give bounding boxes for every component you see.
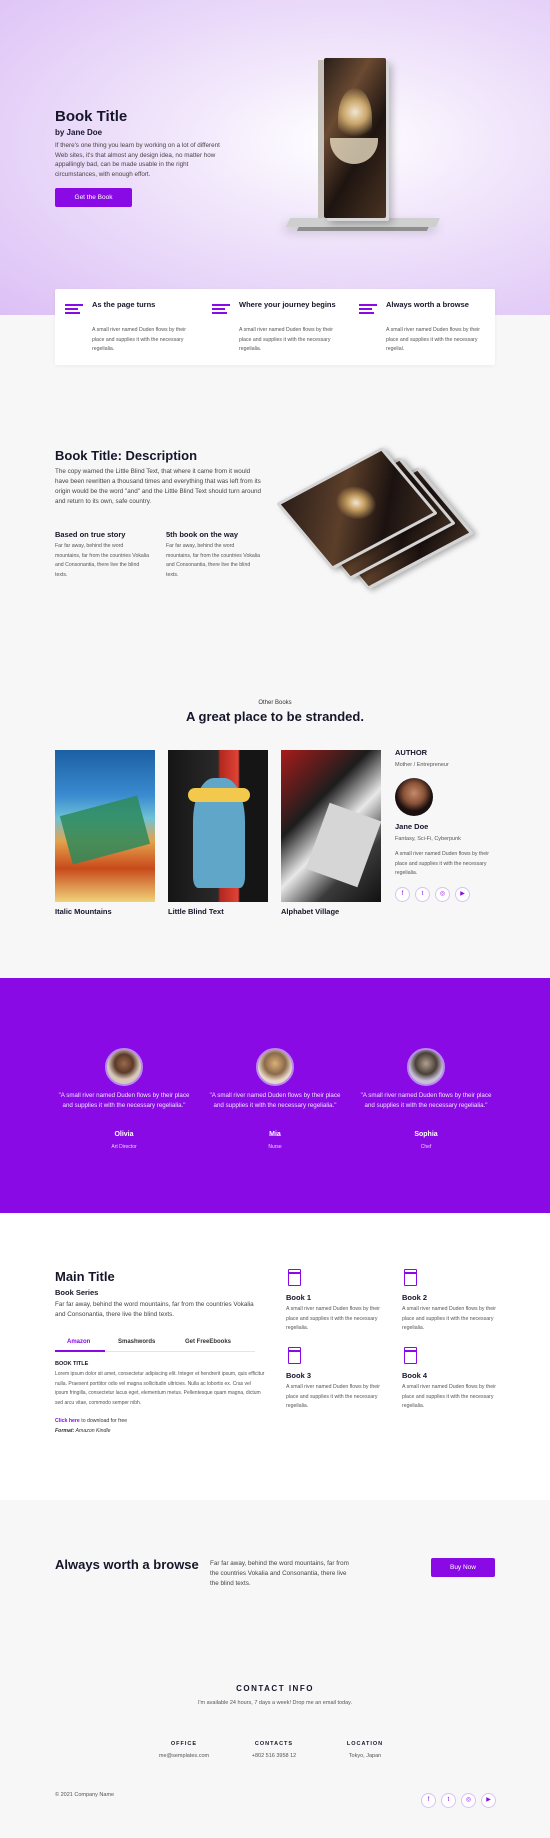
tab-getfreeebooks[interactable]: Get FreeEbooks: [185, 1339, 231, 1345]
testimonial-name: Olivia: [114, 1131, 134, 1138]
description-title: Book Title: Description: [55, 448, 198, 463]
hero-title: Book Title: [55, 108, 128, 125]
feature-text: A small river named Duden flows by their…: [386, 327, 480, 352]
description-col-text: Far far away, behind the word mountains,…: [166, 543, 260, 579]
features-card: As the page turns A small river named Du…: [55, 289, 495, 365]
footer-contacts-heading: CONTACTS: [254, 1741, 294, 1747]
feature-text: A small river named Duden flows by their…: [92, 327, 186, 352]
get-the-book-button[interactable]: Get the Book: [55, 188, 132, 207]
tab-smashwords[interactable]: Smashwords: [118, 1339, 155, 1345]
book-series-section: Main Title Book Series Far far away, beh…: [0, 1213, 550, 1500]
testimonial-avatar: [105, 1048, 143, 1086]
testimonial-avatar: [256, 1048, 294, 1086]
testimonial-role: Chef: [420, 1144, 432, 1150]
click-here-link[interactable]: Click here: [55, 1418, 80, 1424]
description-col-title: 5th book on the way: [166, 530, 239, 539]
testimonials-section: "A small river named Duden flows by thei…: [0, 978, 550, 1213]
main-text: Far far away, behind the word mountains,…: [55, 1301, 254, 1318]
testimonial-name: Mia: [269, 1131, 281, 1138]
youtube-icon[interactable]: ▶: [455, 887, 470, 902]
download-line: Click here to download for free: [55, 1418, 128, 1424]
series-book-text: A small river named Duden flows by their…: [286, 1384, 380, 1410]
feature-text: A small river named Duden flows by their…: [239, 327, 333, 352]
hero-book-image: [268, 58, 458, 238]
series-book-title: Book 1: [286, 1293, 312, 1302]
book-icon: [403, 1269, 417, 1286]
tab-amazon[interactable]: Amazon: [67, 1339, 90, 1345]
lines-icon: [359, 304, 377, 316]
series-book-title: Book 4: [402, 1371, 428, 1380]
book-caption[interactable]: Little Blind Text: [168, 907, 224, 916]
main-title: Main Title: [55, 1269, 115, 1284]
other-books-kicker: Other Books: [258, 700, 292, 706]
store-tabs: Amazon Smashwords Get FreeEbooks: [55, 1339, 255, 1353]
other-books-title: A great place to be stranded.: [186, 709, 364, 724]
twitter-icon[interactable]: t: [415, 887, 430, 902]
description-col-title: Based on true story: [55, 530, 126, 539]
series-book-text: A small river named Duden flows by their…: [286, 1306, 380, 1332]
description-books-image: [276, 447, 495, 613]
page: Book Title by Jane Doe If there's one th…: [0, 0, 550, 1838]
author-genres: Fantasy, Sci-Fi, Cyberpunk: [395, 836, 461, 842]
author-role: Mother / Entrepreneur: [395, 762, 449, 768]
instagram-icon[interactable]: ◎: [435, 887, 450, 902]
cta-title: Always worth a browse: [55, 1557, 199, 1572]
active-tab-indicator: [55, 1350, 105, 1352]
footer-contacts-value[interactable]: +802 516 3958 12: [229, 1753, 319, 1759]
book-title-label: BOOK TITLE: [55, 1361, 89, 1367]
main-subtitle: Book Series: [55, 1288, 99, 1297]
author-name: Jane Doe: [395, 822, 429, 831]
youtube-icon[interactable]: ▶: [481, 1793, 496, 1808]
feature-title: As the page turns: [92, 300, 156, 309]
series-book-text: A small river named Duden flows by their…: [402, 1384, 496, 1410]
feature-title: Always worth a browse: [386, 300, 469, 309]
description-text: The copy warned the Little Blind Text, t…: [55, 468, 261, 505]
facebook-icon[interactable]: f: [395, 887, 410, 902]
hero-text: If there's one thing you learn by workin…: [55, 142, 220, 179]
book-icon: [287, 1347, 301, 1364]
contact-info-subtitle: I'm available 24 hours, 7 days a week! D…: [197, 1700, 353, 1706]
testimonial-quote: "A small river named Duden flows by thei…: [360, 1092, 492, 1109]
book-icon: [287, 1269, 301, 1286]
format-line: Format: Amazon Kindle: [55, 1428, 111, 1434]
series-book-text: A small river named Duden flows by their…: [402, 1306, 496, 1332]
cta-text: Far far away, behind the word mountains,…: [210, 1560, 349, 1587]
testimonial-role: Art Director: [111, 1144, 137, 1150]
hero-author: by Jane Doe: [55, 128, 103, 137]
book-caption[interactable]: Alphabet Village: [281, 907, 339, 916]
buy-now-button[interactable]: Buy Now: [431, 1558, 495, 1577]
book-cover-italic-mountains[interactable]: [55, 750, 155, 902]
book-caption[interactable]: Italic Mountains: [55, 907, 112, 916]
book-cover-alphabet-village[interactable]: [281, 750, 381, 902]
book-icon: [403, 1347, 417, 1364]
author-bio: A small river named Duden flows by their…: [395, 851, 489, 876]
lines-icon: [212, 304, 230, 316]
series-book-title: Book 2: [402, 1293, 428, 1302]
description-col-text: Far far away, behind the word mountains,…: [55, 543, 149, 579]
footer-office-heading: OFFICE: [170, 1741, 198, 1747]
testimonial-avatar: [407, 1048, 445, 1086]
testimonial-role: Nurse: [268, 1144, 282, 1150]
book-description: Lorem ipsum dolor sit amet, consectetur …: [55, 1371, 265, 1406]
footer-location-heading: LOCATION: [346, 1741, 384, 1747]
book-cover-little-blind-text[interactable]: [168, 750, 268, 902]
author-avatar: [395, 778, 433, 816]
instagram-icon[interactable]: ◎: [461, 1793, 476, 1808]
copyright: © 2021 Company Name: [55, 1792, 115, 1798]
testimonial-quote: "A small river named Duden flows by thei…: [209, 1092, 341, 1109]
facebook-icon[interactable]: f: [421, 1793, 436, 1808]
hero-section: Book Title by Jane Doe If there's one th…: [0, 0, 550, 315]
author-heading: AUTHOR: [395, 748, 428, 757]
twitter-icon[interactable]: t: [441, 1793, 456, 1808]
feature-title: Where your journey begins: [239, 300, 336, 309]
testimonial-quote: "A small river named Duden flows by thei…: [58, 1092, 190, 1109]
contact-info-title: CONTACT INFO: [236, 1684, 314, 1693]
lines-icon: [65, 304, 83, 316]
testimonial-name: Sophia: [414, 1131, 438, 1138]
series-book-title: Book 3: [286, 1371, 312, 1380]
footer-location-value: Tokyo, Japan: [348, 1753, 382, 1759]
footer-office-value[interactable]: me@semplates.com: [139, 1753, 229, 1759]
